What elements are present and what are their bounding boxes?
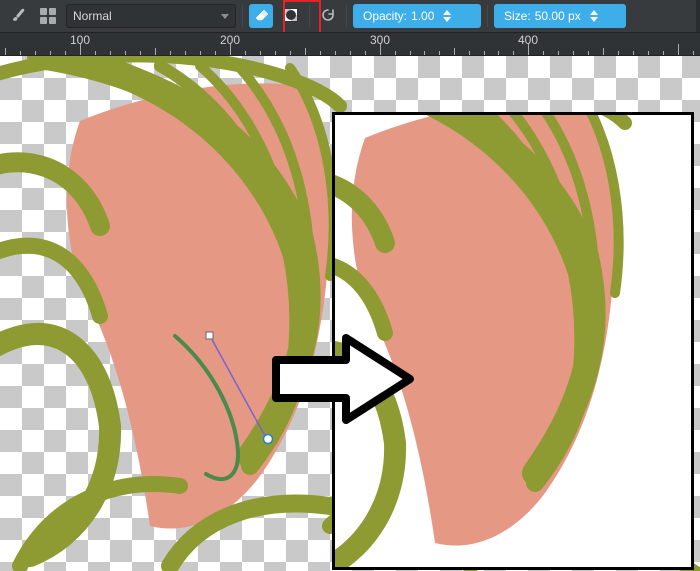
reload-icon	[320, 7, 336, 26]
preserve-alpha-icon	[283, 7, 299, 26]
opacity-stepper[interactable]	[440, 10, 454, 22]
separator	[309, 5, 310, 27]
brush-preset-button[interactable]	[6, 4, 30, 28]
horizontal-ruler[interactable]: 100 200 300 400	[0, 32, 700, 56]
eraser-mode-button[interactable]	[249, 4, 273, 28]
blend-mode-value: Normal	[73, 9, 112, 23]
reload-preset-button[interactable]	[316, 4, 340, 28]
opacity-input[interactable]: Opacity: 1.00	[353, 4, 481, 28]
size-stepper[interactable]	[587, 10, 601, 22]
eraser-icon	[253, 7, 269, 26]
brush-icon	[10, 7, 26, 26]
blend-mode-select[interactable]: Normal	[66, 4, 236, 28]
tool-options-toolbar: Normal Opacity: 1.00	[0, 0, 700, 32]
brush-presets-grid-button[interactable]	[36, 4, 60, 28]
grid-icon	[40, 8, 56, 24]
ruler-label: 100	[70, 33, 90, 47]
size-label: Size:	[504, 9, 531, 23]
opacity-label: Opacity:	[363, 9, 407, 23]
before-after-arrow-icon	[268, 332, 418, 426]
opacity-value: 1.00	[411, 9, 434, 23]
ruler-label: 200	[220, 33, 240, 47]
preserve-alpha-button[interactable]	[279, 4, 303, 28]
size-value: 50.00 px	[535, 9, 581, 23]
chevron-down-icon	[221, 14, 229, 19]
size-input[interactable]: Size: 50.00 px	[494, 4, 626, 28]
separator	[346, 5, 347, 27]
canvas-viewport[interactable]	[0, 56, 700, 571]
ruler-label: 300	[370, 33, 390, 47]
separator	[487, 5, 488, 27]
separator	[242, 5, 243, 27]
ruler-label: 400	[518, 33, 538, 47]
